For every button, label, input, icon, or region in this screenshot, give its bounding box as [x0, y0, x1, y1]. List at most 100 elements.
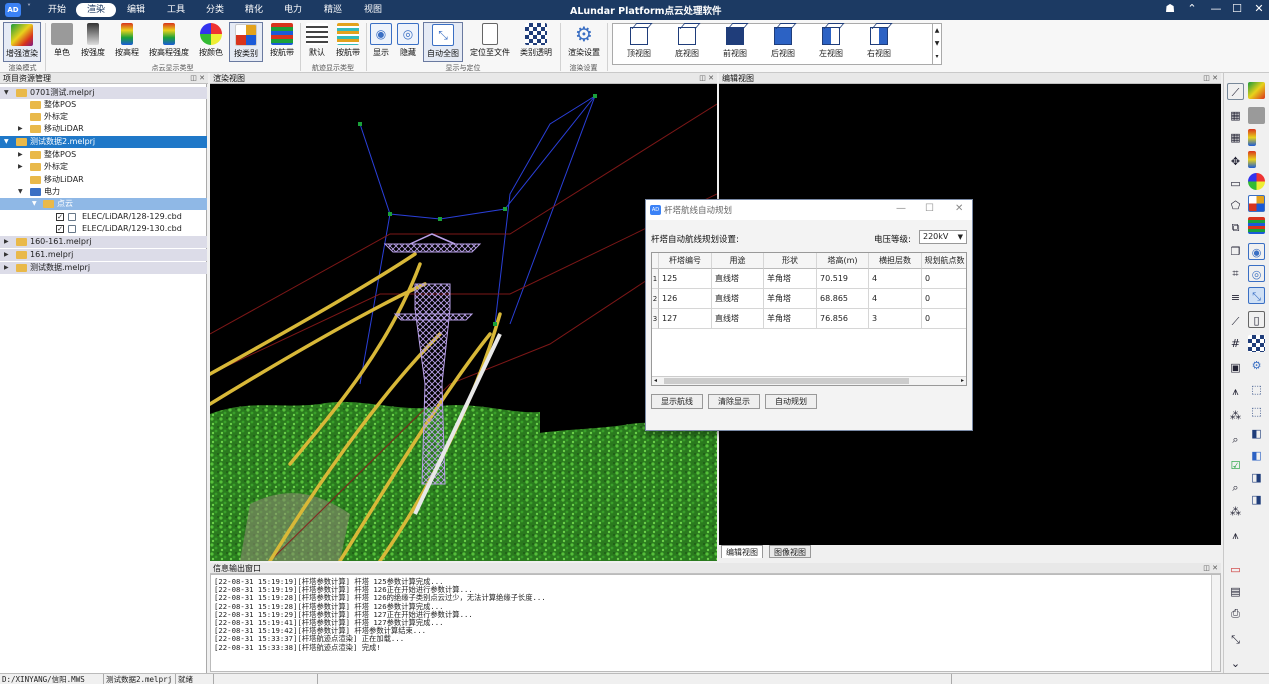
column-header[interactable]: 用途	[712, 253, 764, 269]
by-class-button[interactable]: 按类别	[229, 22, 263, 62]
table-cell[interactable]: 0	[922, 269, 966, 289]
table-cell[interactable]: 0	[922, 289, 966, 309]
view-gallery-scroll[interactable]: ▲ ▼ ▾	[932, 24, 941, 64]
table-cell[interactable]: 4	[869, 269, 922, 289]
output-scrollbar[interactable]	[1211, 575, 1220, 671]
back-view-tool-icon[interactable]: ◧	[1248, 447, 1265, 464]
polygon-select-icon[interactable]: ⬠	[1227, 197, 1244, 214]
table-cell[interactable]: 羊角塔	[764, 269, 817, 289]
menu-tab-inspection[interactable]: 精巡	[320, 3, 346, 17]
expander-icon[interactable]: ▶	[18, 161, 23, 173]
tree-item-project[interactable]: ▶ 160-161.melprj	[0, 236, 207, 248]
top-view-button[interactable]: 顶视图	[617, 26, 661, 59]
expander-icon[interactable]: ▼	[32, 198, 37, 210]
tree-item-project[interactable]: ▼ 0701测试.melprj	[0, 87, 207, 99]
voltage-select[interactable]: 220kV ▼	[919, 230, 967, 244]
by-intensity-button[interactable]: 按强度	[78, 22, 108, 62]
table-cell[interactable]: 4	[869, 289, 922, 309]
layer-icon[interactable]: ⧉	[1227, 219, 1244, 236]
panel-float-close-icon[interactable]: ◫ ✕	[1203, 563, 1218, 574]
table-cell[interactable]: 68.865	[817, 289, 869, 309]
search-icon[interactable]: ⌕	[1227, 479, 1244, 496]
tree-item-calibration[interactable]: ▶ 外标定	[0, 161, 207, 173]
front-view-button[interactable]: 前视图	[713, 26, 757, 59]
left-view-button[interactable]: 左视图	[809, 26, 853, 59]
tree-item-lidar[interactable]: 移动LiDAR	[0, 174, 207, 186]
dialog-close-button[interactable]: ✕	[955, 203, 963, 214]
top-view-tool-icon[interactable]: ⬚	[1248, 381, 1265, 398]
tree-item-cbd-file[interactable]: ✓ ELEC/LiDAR/128-129.cbd	[0, 211, 207, 223]
tower-edit-icon[interactable]: ⩚	[1227, 527, 1244, 544]
menu-tab-render[interactable]: 渲染	[76, 3, 116, 17]
track-default-button[interactable]: 默认	[303, 22, 331, 62]
table-cell[interactable]: 直线塔	[712, 309, 764, 329]
expander-icon[interactable]: ▶	[4, 249, 9, 261]
hide-tool-icon[interactable]: ◎	[1248, 265, 1265, 282]
node-icon[interactable]: ⁂	[1227, 503, 1244, 520]
show-route-button[interactable]: 显示航线	[651, 394, 703, 409]
tower-icon[interactable]: ⩚	[1227, 383, 1244, 400]
skin-icon[interactable]: ☗	[1162, 2, 1178, 15]
tree-item-project-selected[interactable]: ▼ 测试数据2.melprj	[0, 136, 207, 148]
output-log[interactable]: [22-08-31 15:19:19][杆塔参数计算] 杆塔 125参数计算完成…	[210, 574, 1221, 672]
ruler-icon[interactable]: ⟋	[1227, 313, 1244, 330]
table-cell[interactable]: 羊角塔	[764, 309, 817, 329]
menu-tab-edit[interactable]: 编辑	[123, 3, 149, 17]
locate-file-tool-icon[interactable]: ▯	[1248, 311, 1265, 328]
settings-icon[interactable]: ⚙	[1248, 357, 1265, 374]
auto-plan-button[interactable]: 自动规划	[765, 394, 817, 409]
show-tool-icon[interactable]: ◉	[1248, 243, 1265, 260]
expander-icon[interactable]: ▼	[4, 136, 9, 148]
table-cell[interactable]: 76.856	[817, 309, 869, 329]
by-color-tool-icon[interactable]	[1248, 173, 1265, 190]
tree-item-lidar[interactable]: ▶ 移动LiDAR	[0, 123, 207, 135]
grid-select-icon[interactable]: ▦	[1227, 107, 1244, 124]
scroll-right-icon[interactable]: ▸	[961, 377, 964, 384]
front-view-tool-icon[interactable]: ◧	[1248, 425, 1265, 442]
dialog-minimize-button[interactable]: —	[896, 203, 906, 214]
scroll-thumb[interactable]	[664, 378, 909, 384]
panel-float-close-icon[interactable]: ◫ ✕	[1203, 73, 1218, 84]
quick-access-chevron-icon[interactable]: ˅	[27, 3, 31, 12]
column-header[interactable]: 形状	[764, 253, 817, 269]
left-view-tool-icon[interactable]: ◨	[1248, 469, 1265, 486]
minimize-button[interactable]: —	[1208, 2, 1224, 15]
bottom-view-button[interactable]: 底视图	[665, 26, 709, 59]
scroll-left-icon[interactable]: ◂	[654, 377, 657, 384]
menu-tab-classify[interactable]: 分类	[202, 3, 228, 17]
expander-icon[interactable]: ▶	[4, 236, 9, 248]
by-elevation-tool-icon[interactable]	[1248, 129, 1256, 146]
table-cell[interactable]: 127	[659, 309, 712, 329]
enhanced-render-tool-icon[interactable]	[1248, 82, 1265, 99]
expander-icon[interactable]: ▼	[18, 186, 23, 198]
tree-item-pos[interactable]: 整体POS	[0, 99, 207, 111]
tree-item-power[interactable]: ▼ 电力	[0, 186, 207, 198]
by-elevation-button[interactable]: 按高程	[112, 22, 142, 62]
menu-tab-view[interactable]: 视图	[360, 3, 386, 17]
panel-float-close-icon[interactable]: ◫ ✕	[190, 73, 205, 84]
resize-icon[interactable]: ⤡	[1227, 631, 1244, 648]
maximize-button[interactable]: ☐	[1229, 2, 1245, 15]
visibility-checkbox[interactable]: ✓	[56, 213, 64, 221]
expand-more-icon[interactable]: ⌄	[1227, 655, 1244, 672]
export-icon[interactable]: ▤	[1227, 583, 1244, 600]
rectangle-select-icon[interactable]: ▭	[1227, 175, 1244, 192]
move-icon[interactable]: ✥	[1227, 153, 1244, 170]
right-view-button[interactable]: 右视图	[857, 26, 901, 59]
locate-file-button[interactable]: 定位至文件	[468, 22, 512, 62]
crop-icon[interactable]: ⌗	[1227, 265, 1244, 282]
by-elevation-intensity-tool-icon[interactable]	[1248, 151, 1256, 168]
menu-tab-start[interactable]: 开始	[44, 3, 70, 17]
grid-icon[interactable]: ▦	[1227, 129, 1244, 146]
column-header[interactable]: 规划航点数	[922, 253, 966, 269]
dialog-title-bar[interactable]: AD 杆塔航线自动规划 — ☐ ✕	[646, 200, 972, 220]
table-horizontal-scrollbar[interactable]: ◂ ▸	[652, 376, 966, 385]
menu-tab-power[interactable]: 电力	[280, 3, 306, 17]
by-class-tool-icon[interactable]	[1248, 195, 1265, 212]
tree-item-pointcloud[interactable]: ▼ 点云	[0, 198, 207, 210]
single-color-button[interactable]: 单色	[48, 22, 76, 62]
render-settings-button[interactable]: ⚙ 渲染设置	[565, 22, 603, 62]
expander-icon[interactable]: ▶	[18, 123, 23, 135]
by-strip-tool-icon[interactable]	[1248, 217, 1265, 234]
menu-tab-refine[interactable]: 精化	[241, 3, 267, 17]
